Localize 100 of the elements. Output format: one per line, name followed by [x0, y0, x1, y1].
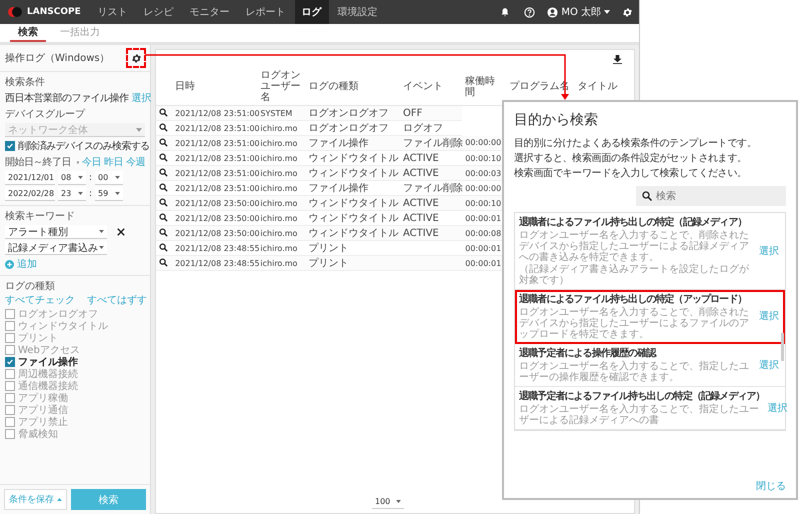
table-cell: 2021/12/08 23:51:00 — [175, 184, 260, 192]
table-cell: OFF — [402, 108, 422, 118]
nav-tab[interactable]: 環境設定 — [330, 0, 385, 24]
logo-icon — [8, 7, 22, 17]
nav-tab[interactable]: ログ — [294, 0, 329, 24]
checkbox[interactable] — [5, 321, 15, 331]
download-icon[interactable] — [613, 54, 622, 64]
checkbox[interactable] — [5, 357, 15, 367]
checkbox[interactable] — [5, 393, 15, 403]
magnifier-icon[interactable] — [159, 152, 168, 162]
column-header[interactable]: イベント — [402, 81, 460, 92]
template-description: ログオンユーザー名を入力することで、指定したユーザーによる記録メディアへの書 — [519, 404, 760, 426]
table-cell: ichiro.mo — [260, 184, 298, 192]
table-cell: ウィンドウタイトル — [308, 168, 399, 179]
table-cell: 00:00:03 — [465, 168, 502, 178]
minute-select[interactable]: 59 — [95, 187, 124, 201]
settings-icon[interactable] — [622, 6, 633, 18]
table-cell: 00:00:08 — [465, 228, 502, 238]
panel-title: 操作ログ（Windows） — [5, 52, 110, 65]
condition-text: 西日本営業部のファイル操作 — [5, 92, 128, 105]
table-cell: ファイル削除 — [402, 138, 463, 149]
column-header[interactable]: ログの種類 — [308, 81, 397, 92]
caret-icon — [78, 192, 83, 195]
remove-icon[interactable] — [117, 228, 125, 236]
magnifier-icon[interactable] — [159, 258, 168, 266]
magnifier-icon[interactable] — [159, 198, 168, 206]
table-cell: ファイル削除 — [402, 183, 463, 194]
scrollbar[interactable] — [781, 333, 784, 361]
user-menu[interactable]: MO 太郎 — [543, 5, 614, 19]
table-cell: 00:00:01 — [465, 244, 502, 252]
nav-tab[interactable]: レシピ — [136, 0, 181, 24]
keyword-select[interactable]: 記録メディア書込み — [5, 241, 107, 255]
table-cell: ichiro.mo — [260, 214, 298, 222]
checkbox-label: ログオンログオフ — [18, 308, 98, 321]
checkbox-label: ウィンドウタイトル — [18, 320, 108, 332]
column-header[interactable]: 稼働時間 — [465, 76, 504, 98]
caret-icon — [57, 498, 62, 501]
checkbox[interactable] — [5, 405, 15, 415]
magnifier-icon[interactable] — [159, 212, 168, 222]
date-select[interactable]: 2022/02/28 — [5, 187, 55, 201]
logo-text: LANSCOPE — [27, 7, 81, 17]
table-cell: ACTIVE — [402, 228, 439, 238]
magnifier-icon[interactable] — [159, 228, 168, 236]
checkbox-label: ファイル操作 — [18, 356, 78, 368]
field-label: デバイスグループ — [5, 108, 86, 121]
magnifier-icon[interactable] — [159, 182, 168, 192]
plus-icon — [5, 260, 14, 268]
page-size-select[interactable]: 100 — [372, 495, 404, 509]
template-item[interactable]: 退職予定者によるファイル持ち出しの特定（記録メディア） ログオンユーザー名を入力することで、指定したユーザーによる記録メディアへの書 選択 — [515, 387, 785, 430]
checkbox-label: 脅威検知 — [18, 428, 58, 441]
table-cell: 2021/12/08 23:50:00 — [175, 198, 260, 208]
time-separator: : — [89, 173, 92, 183]
table-cell: ichiro.mo — [260, 228, 298, 238]
checkbox[interactable] — [5, 369, 15, 379]
caret-icon — [396, 500, 401, 503]
checkbox[interactable] — [5, 345, 15, 355]
checkbox[interactable] — [5, 141, 15, 151]
table-cell: 00:00:00 — [465, 184, 502, 192]
settings-icon[interactable] — [130, 52, 142, 64]
hour-select[interactable]: 23 — [58, 187, 86, 201]
table-cell: ウィンドウタイトル — [308, 153, 399, 164]
nav-tab[interactable]: リスト — [90, 0, 135, 24]
help-icon[interactable] — [524, 6, 536, 18]
section-label: 検索キーワード — [5, 210, 76, 223]
caret-icon — [99, 246, 104, 249]
table-cell: ウィンドウタイトル — [308, 198, 399, 209]
checkbox[interactable] — [5, 417, 15, 427]
table-cell: ログオンログオフ — [308, 123, 389, 134]
table-cell: 2021/12/08 23:51:00 — [175, 138, 260, 148]
hour-select[interactable]: 08 — [58, 171, 86, 185]
table-cell: ichiro.mo — [260, 124, 298, 132]
nav-tab[interactable]: モニター — [182, 0, 237, 24]
date-select[interactable]: 2021/12/01 — [5, 171, 55, 185]
time-separator: : — [89, 189, 92, 199]
checkbox[interactable] — [5, 429, 15, 439]
section-label: 検索条件 — [5, 76, 46, 89]
minute-select[interactable]: 00 — [95, 171, 124, 185]
magnifier-icon[interactable] — [159, 138, 168, 146]
checkbox[interactable] — [5, 381, 15, 391]
table-cell: 2021/12/08 23:50:00 — [175, 214, 260, 222]
magnifier-icon[interactable] — [159, 168, 168, 176]
nav-tab[interactable]: レポート — [238, 0, 293, 24]
column-header[interactable]: タイトル — [578, 81, 630, 92]
caret-icon — [99, 230, 104, 233]
column-header[interactable]: 日時 — [175, 81, 254, 92]
magnifier-icon[interactable] — [159, 108, 168, 116]
sub-tab[interactable]: 検索 — [10, 24, 46, 42]
magnifier-icon[interactable] — [159, 122, 168, 132]
bell-icon[interactable] — [500, 7, 510, 17]
caret-icon — [136, 128, 142, 132]
column-header[interactable]: ログオンユーザー名 — [260, 70, 303, 103]
search-field[interactable]: 検索 — [636, 186, 786, 206]
dialog-title: 目的から検索 — [514, 111, 599, 129]
checkbox[interactable] — [5, 333, 15, 343]
checkbox-label: アプリ通信 — [18, 404, 68, 416]
template-description: ログオンユーザー名を入力することで、削除されたデバイスから指定したユーザーによる記録メディアへの書き込みを特定できます。 — [519, 230, 750, 263]
checkbox[interactable] — [5, 309, 15, 319]
table-cell: ichiro.mo — [260, 258, 298, 268]
magnifier-icon[interactable] — [159, 242, 168, 252]
keyword-select[interactable]: アラート種別 — [5, 225, 107, 239]
